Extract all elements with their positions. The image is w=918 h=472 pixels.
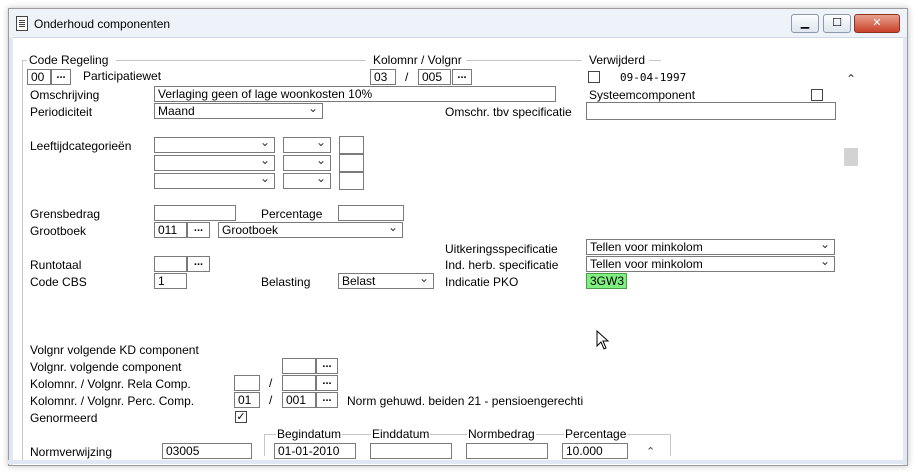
col-normbedrag: Normbedrag [467, 427, 536, 441]
leeftijd-select-2[interactable] [154, 155, 275, 171]
col-einddatum: Einddatum [371, 427, 431, 441]
scrollbar-thumb[interactable] [844, 148, 858, 166]
table-percentage-input[interactable]: 10.000 [562, 443, 628, 459]
code-regeling-lookup-button[interactable]: ... [51, 69, 71, 85]
grensbedrag-label: Grensbedrag [30, 207, 101, 221]
periodiciteit-label: Periodiciteit [30, 105, 93, 119]
percentage-label: Percentage [261, 207, 323, 221]
grootboek-select[interactable]: Grootboek [218, 222, 403, 238]
kolomnr-input[interactable]: 03 [370, 69, 396, 85]
volgnr-volgende-input[interactable] [282, 358, 316, 374]
normverwijzing-input[interactable]: 03005 [162, 443, 252, 459]
verwijderd-date: 09-04-1997 [620, 71, 687, 84]
right-frame [903, 37, 907, 465]
col-percentage: Percentage [564, 427, 628, 441]
volgnr-input[interactable]: 005 [418, 69, 451, 85]
arrow-cursor-icon [596, 330, 610, 350]
perc-lookup-button[interactable]: ... [316, 392, 338, 408]
group-divider [649, 60, 661, 61]
group-kolomnr: Kolomnr / Volgnr [373, 53, 462, 67]
volgnr-volgende-label: Volgnr. volgende component [30, 360, 182, 374]
uitkeringsspecificatie-select[interactable]: Tellen voor minkolom [586, 239, 835, 255]
col-begindatum: Begindatum [276, 427, 343, 441]
minimize-button[interactable]: ▁ [791, 14, 819, 33]
title-bar: Onderhoud componenten ▁ ☐ ✕ [9, 9, 907, 38]
ind-herb-label: Ind. herb. specificatie [445, 258, 559, 272]
group-code-regeling: Code Regeling [29, 53, 109, 67]
rela-separator: / [269, 376, 273, 390]
leeftijd-select-3[interactable] [154, 173, 275, 189]
close-button[interactable]: ✕ [854, 14, 900, 33]
normverwijzing-label: Normverwijzing [30, 445, 113, 459]
omschrijving-label: Omschrijving [30, 88, 100, 102]
leeftijd-input-2[interactable] [339, 154, 364, 172]
volgnr-lookup-button[interactable]: ... [452, 69, 472, 85]
grootboek-lookup-button[interactable]: ... [187, 222, 210, 238]
table-scroll-up-icon[interactable]: ⌃ [646, 445, 655, 458]
rela-kolom-input[interactable] [234, 375, 260, 391]
table-border-left [264, 434, 265, 456]
leeftijd-select-2b[interactable] [283, 155, 331, 171]
leeftijd-select-1[interactable] [154, 137, 275, 153]
runtotaal-lookup-button[interactable]: ... [187, 256, 210, 272]
perc-separator: / [269, 393, 273, 407]
window-title: Onderhoud componenten [34, 17, 171, 31]
code-regeling-name: Participatiewet [80, 69, 324, 85]
grensbedrag-input[interactable] [154, 205, 236, 221]
group-divider [116, 60, 366, 61]
leeftijd-input-3[interactable] [339, 172, 364, 190]
kolom-rela-label: Kolomnr. / Volgnr. Rela Comp. [30, 377, 191, 391]
grootboek-label: Grootboek [30, 224, 87, 238]
volgnr-kd-label: Volgnr volgende KD component [30, 343, 199, 357]
genormeerd-label: Genormeerd [30, 411, 98, 425]
percentage-input[interactable] [338, 205, 404, 221]
normbedrag-input[interactable] [466, 443, 548, 459]
perc-volgnr-input[interactable]: 001 [282, 392, 316, 408]
leeftijd-select-1b[interactable] [283, 137, 331, 153]
perc-description: Norm gehuwd. beiden 21 - pensioengerecht… [347, 394, 584, 408]
omschrijving-input[interactable]: Verlaging geen of lage woonkosten 10% [154, 86, 556, 102]
belasting-select[interactable]: Belast [338, 273, 434, 289]
ind-herb-select[interactable]: Tellen voor minkolom [586, 256, 835, 272]
periodiciteit-select[interactable]: Maand [154, 103, 323, 119]
scroll-up-icon[interactable]: ⌃ [846, 72, 856, 86]
uitkeringsspecificatie-label: Uitkeringsspecificatie [445, 242, 558, 256]
perc-kolom-input[interactable]: 01 [234, 392, 260, 408]
code-cbs-input[interactable]: 1 [154, 273, 187, 289]
indicatie-pko-value[interactable]: 3GW3 [586, 273, 627, 289]
runtotaal-label: Runtotaal [30, 258, 82, 272]
group-divider [466, 60, 582, 61]
indicatie-pko-label: Indicatie PKO [445, 275, 519, 289]
einddatum-input[interactable] [370, 443, 452, 459]
begindatum-input[interactable]: 01-01-2010 [274, 443, 356, 459]
runtotaal-input[interactable] [154, 256, 187, 272]
kolom-perc-label: Kolomnr. / Volgnr. Perc. Comp. [30, 394, 195, 408]
left-frame [9, 37, 13, 465]
vertical-scrollbar[interactable] [836, 62, 852, 452]
maximize-button[interactable]: ☐ [823, 14, 851, 33]
systeemcomponent-label: Systeemcomponent [589, 88, 696, 102]
group-border [22, 60, 23, 460]
volgnr-volgende-lookup-button[interactable]: ... [316, 358, 338, 374]
grootboek-code-input[interactable]: 011 [154, 222, 187, 238]
belasting-label: Belasting [261, 275, 311, 289]
omschr-tbv-input[interactable] [586, 102, 836, 120]
kolomnr-separator: / [405, 70, 409, 84]
code-cbs-label: Code CBS [30, 275, 87, 289]
rela-volgnr-input[interactable] [282, 375, 316, 391]
verwijderd-checkbox[interactable] [588, 71, 600, 83]
bottom-frame [8, 460, 906, 464]
leeftijd-input-1[interactable] [339, 136, 364, 154]
leeftijd-select-3b[interactable] [283, 173, 331, 189]
omschr-tbv-label: Omschr. tbv specificatie [445, 105, 572, 119]
leeftijd-label: Leeftijdcategorieën [30, 139, 132, 153]
rela-lookup-button[interactable]: ... [316, 375, 338, 391]
systeemcomponent-checkbox[interactable] [811, 89, 823, 101]
group-verwijderd: Verwijderd [589, 53, 646, 67]
code-regeling-input[interactable]: 00 [27, 69, 51, 85]
document-icon [16, 16, 28, 31]
table-border-right [670, 434, 671, 456]
genormeerd-checkbox[interactable]: ✓ [235, 411, 247, 423]
